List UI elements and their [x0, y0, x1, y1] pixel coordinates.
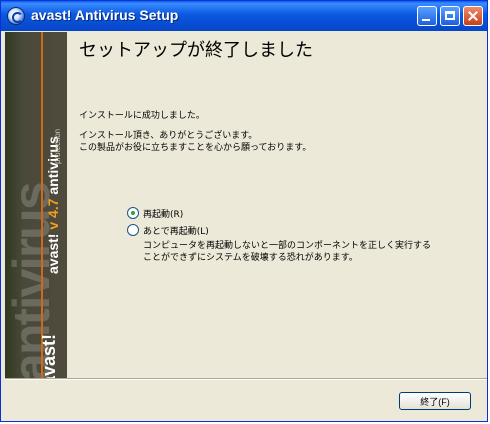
- avast-logo: avast!: [39, 333, 59, 378]
- setup-window: avast! Antivirus Setup antivirus protect…: [0, 0, 488, 422]
- wish-message: この製品がお役に立ちますことを心から願っております。: [79, 143, 312, 153]
- restart-later-label[interactable]: あとで再起動(L): [143, 224, 209, 237]
- side-banner: antivirus protection avast! v 4.7 antivi…: [5, 32, 68, 378]
- minimize-button[interactable]: [417, 6, 437, 26]
- page-title: セットアップが終了しました: [79, 40, 313, 61]
- window-title: avast! Antivirus Setup: [31, 7, 179, 23]
- maximize-button[interactable]: [440, 6, 460, 26]
- avast-app-icon[interactable]: [7, 7, 25, 25]
- footer-divider: [5, 378, 487, 380]
- success-message: インストールに成功しました。: [79, 111, 205, 121]
- banner-product-text: avast!: [45, 229, 61, 274]
- restart-later-warning-line2: ことができずにシステムを破壊する恐れがあります。: [143, 253, 358, 263]
- restart-now-radio[interactable]: [127, 207, 139, 219]
- banner-version: v 4.7: [45, 198, 61, 230]
- restart-now-label[interactable]: 再起動(R): [143, 207, 183, 220]
- main-content: セットアップが終了しました インストールに成功しました。 インストール頂き、あり…: [67, 32, 487, 378]
- close-button[interactable]: [463, 6, 483, 26]
- finish-button[interactable]: 終了(F): [399, 392, 471, 410]
- restart-later-radio[interactable]: [127, 224, 139, 236]
- title-bar[interactable]: avast! Antivirus Setup: [1, 1, 487, 31]
- banner-tagline: protection: [53, 128, 62, 164]
